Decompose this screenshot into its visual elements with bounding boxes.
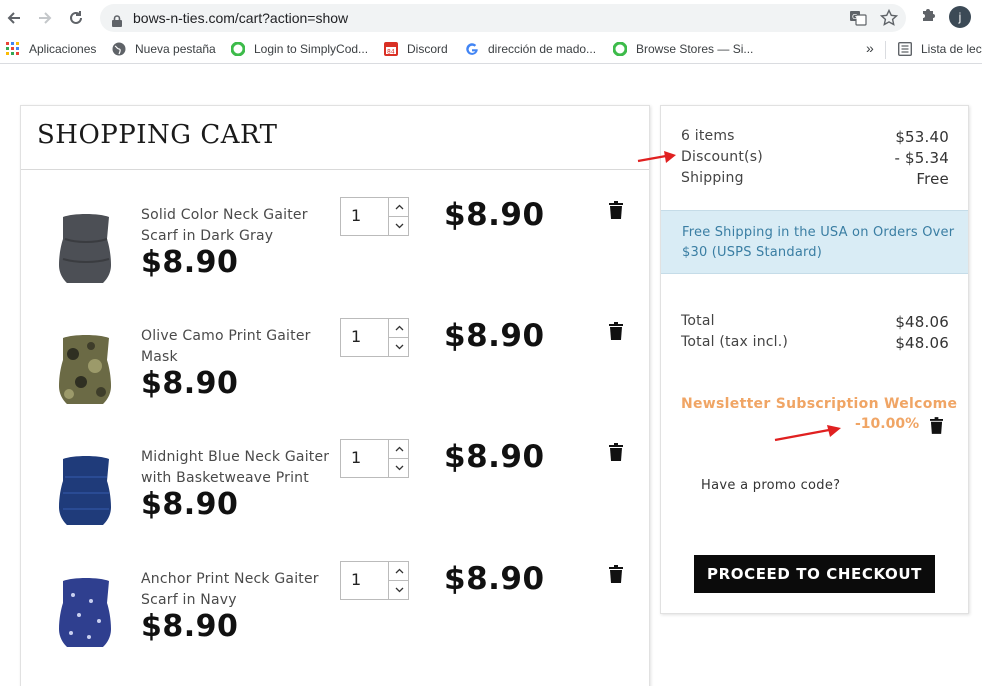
trash-icon[interactable] xyxy=(609,443,623,461)
line-total: $8.90 xyxy=(444,197,545,233)
cart-item: Solid Color Neck Gaiter Scarf in Dark Gr… xyxy=(21,197,649,325)
trash-icon[interactable] xyxy=(609,201,623,219)
chevron-down-icon[interactable] xyxy=(388,337,409,356)
chevron-up-icon[interactable] xyxy=(388,440,409,459)
annotation-arrow-icon xyxy=(774,425,841,442)
product-image[interactable] xyxy=(51,209,121,287)
address-bar[interactable]: bows-n-ties.com/cart?action=show G xyxy=(100,4,906,32)
bookmark-browse-stores[interactable]: Browse Stores — Si... xyxy=(613,42,753,56)
line-total: $8.90 xyxy=(444,439,545,475)
bookmark-new-tab[interactable]: Nueva pestaña xyxy=(112,42,216,56)
chevron-down-icon[interactable] xyxy=(388,580,409,599)
cart-item: Olive Camo Print Gaiter Mask $8.90 1 $8.… xyxy=(21,318,649,446)
product-name[interactable]: Midnight Blue Neck Gaiter with Basketwea… xyxy=(141,447,331,489)
product-image[interactable] xyxy=(51,451,121,529)
lock-icon xyxy=(112,12,122,31)
reload-icon[interactable] xyxy=(64,6,88,30)
bookmark-simplycodes[interactable]: Login to SimplyCod... xyxy=(231,42,368,56)
cart-item: Midnight Blue Neck Gaiter with Basketwea… xyxy=(21,439,649,567)
cart-summary-panel: 6 items $53.40 Discount(s) - $5.34 Shipp… xyxy=(660,105,969,614)
cart-divider xyxy=(21,169,649,170)
reading-list-icon xyxy=(898,42,912,56)
total-tax-label: Total (tax incl.) xyxy=(681,334,789,350)
extensions-puzzle-icon[interactable] xyxy=(920,6,938,28)
product-unit-price: $8.90 xyxy=(141,366,239,401)
quantity-stepper[interactable]: 1 xyxy=(340,197,409,236)
annotation-arrow-icon xyxy=(637,151,676,163)
summary-discount-row: Discount(s) - $5.34 xyxy=(681,149,949,167)
items-subtotal: $53.40 xyxy=(895,128,949,146)
line-total: $8.90 xyxy=(444,318,545,354)
chevron-down-icon[interactable] xyxy=(388,216,409,235)
translate-icon[interactable]: G xyxy=(849,9,867,31)
voucher-value: -10.00% xyxy=(855,416,920,432)
apps-grid-icon xyxy=(6,42,20,56)
total-value: $48.06 xyxy=(895,313,949,331)
shipping-label: Shipping xyxy=(681,170,744,186)
shipping-value: Free xyxy=(916,170,949,188)
product-image[interactable] xyxy=(51,573,121,651)
product-image[interactable] xyxy=(51,330,121,408)
product-name[interactable]: Anchor Print Neck Gaiter Scarf in Navy xyxy=(141,569,331,611)
quantity-value[interactable]: 1 xyxy=(351,206,361,225)
summary-total-row: Total $48.06 xyxy=(681,313,949,331)
trash-icon[interactable] xyxy=(609,322,623,340)
proceed-to-checkout-button[interactable]: PROCEED TO CHECKOUT xyxy=(694,555,935,593)
product-name[interactable]: Olive Camo Print Gaiter Mask xyxy=(141,326,331,368)
chevron-down-icon[interactable] xyxy=(388,458,409,477)
bookmark-discord[interactable]: 84 Discord xyxy=(384,42,448,56)
svg-text:84: 84 xyxy=(387,49,395,56)
product-unit-price: $8.90 xyxy=(141,487,239,522)
promo-code-link[interactable]: Have a promo code? xyxy=(701,478,840,493)
reading-list-button[interactable]: Lista de lectura xyxy=(898,42,982,56)
summary-total-tax-row: Total (tax incl.) $48.06 xyxy=(681,334,949,352)
chevron-up-icon[interactable] xyxy=(388,562,409,581)
quantity-value[interactable]: 1 xyxy=(351,327,361,346)
remove-voucher-trash-icon[interactable] xyxy=(930,417,943,434)
summary-shipping-row: Shipping Free xyxy=(681,170,949,188)
quantity-value[interactable]: 1 xyxy=(351,448,361,467)
google-icon xyxy=(465,42,479,56)
page-title: SHOPPING CART xyxy=(37,120,278,150)
globe-icon xyxy=(112,42,126,56)
bookmarks-bar: Aplicaciones Nueva pestaña Login to Simp… xyxy=(0,36,982,64)
line-total: $8.90 xyxy=(444,561,545,597)
green-circle-icon xyxy=(231,42,245,56)
quantity-stepper[interactable]: 1 xyxy=(340,561,409,600)
bookmarks-divider xyxy=(885,41,886,59)
discount-label: Discount(s) xyxy=(681,149,763,165)
bookmark-google[interactable]: dirección de mado... xyxy=(465,42,596,56)
free-shipping-text: Free Shipping in the USA on Orders Over … xyxy=(682,225,955,260)
quantity-stepper[interactable]: 1 xyxy=(340,318,409,357)
browser-toolbar: bows-n-ties.com/cart?action=show G j xyxy=(0,0,982,36)
discount-value: - $5.34 xyxy=(894,149,949,167)
back-arrow-icon[interactable] xyxy=(2,6,26,30)
bookmarks-overflow-button[interactable]: » xyxy=(866,40,874,56)
voucher-name: Newsletter Subscription Welcome xyxy=(681,396,958,412)
product-unit-price: $8.90 xyxy=(141,245,239,280)
product-unit-price: $8.90 xyxy=(141,609,239,644)
chevron-up-icon[interactable] xyxy=(388,198,409,217)
star-icon[interactable] xyxy=(879,8,899,31)
total-label: Total xyxy=(681,313,715,329)
forward-arrow-icon[interactable] xyxy=(33,6,57,30)
product-name[interactable]: Solid Color Neck Gaiter Scarf in Dark Gr… xyxy=(141,205,331,247)
svg-text:G: G xyxy=(852,13,857,21)
chevron-up-icon[interactable] xyxy=(388,319,409,338)
calendar-icon: 84 xyxy=(384,42,398,56)
quantity-stepper[interactable]: 1 xyxy=(340,439,409,478)
items-count-label: 6 items xyxy=(681,128,735,144)
cart-item: Anchor Print Neck Gaiter Scarf in Navy $… xyxy=(21,561,649,686)
total-tax-value: $48.06 xyxy=(895,334,949,352)
summary-items-row: 6 items $53.40 xyxy=(681,128,949,146)
quantity-value[interactable]: 1 xyxy=(351,570,361,589)
free-shipping-banner: Free Shipping in the USA on Orders Over … xyxy=(661,210,968,274)
profile-avatar[interactable]: j xyxy=(949,6,971,28)
url-text[interactable]: bows-n-ties.com/cart?action=show xyxy=(133,10,348,26)
green-circle-icon xyxy=(613,42,627,56)
bookmark-apps[interactable]: Aplicaciones xyxy=(6,42,96,56)
shopping-cart-panel: SHOPPING CART Solid Color Neck Gaiter Sc… xyxy=(20,105,650,686)
trash-icon[interactable] xyxy=(609,565,623,583)
